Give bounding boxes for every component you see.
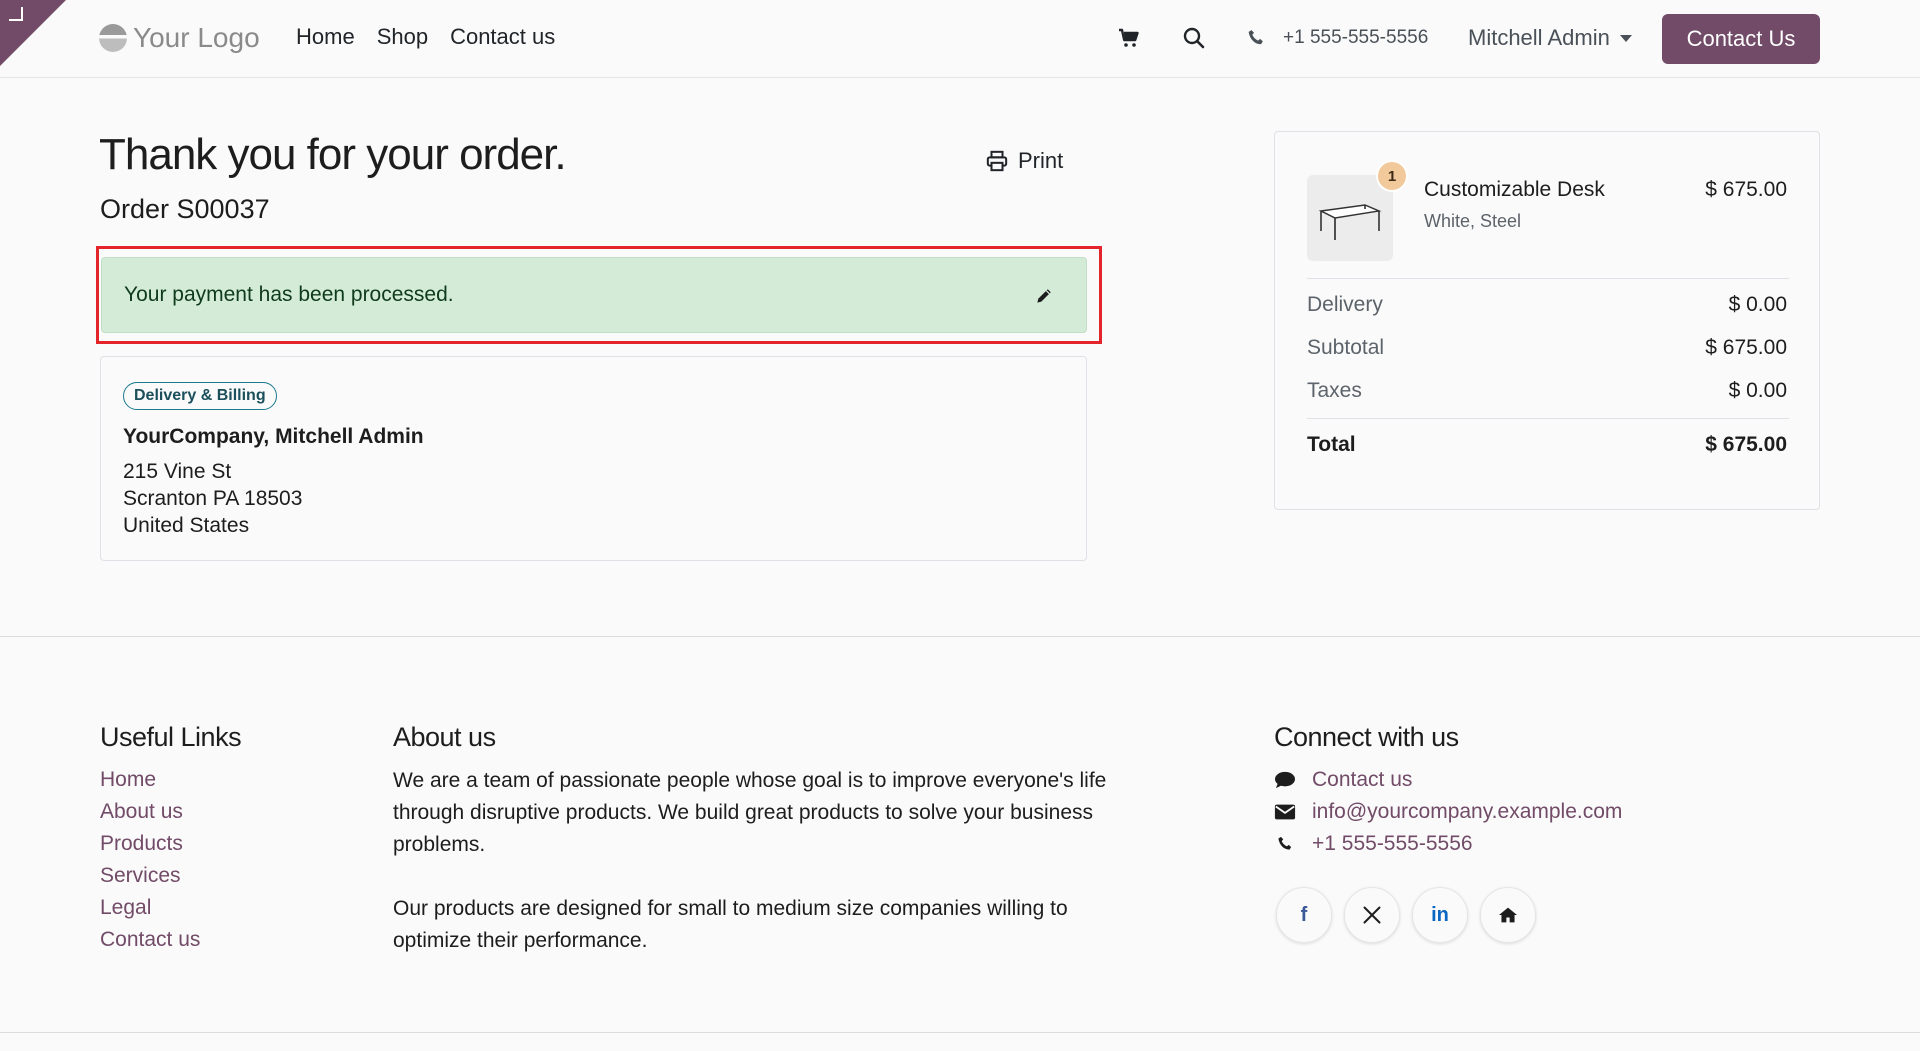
subtotal-value: $ 675.00 xyxy=(1705,336,1787,359)
footer-link-home[interactable]: Home xyxy=(100,768,156,792)
comment-icon xyxy=(1275,771,1295,789)
address-name: YourCompany, Mitchell Admin xyxy=(123,425,424,448)
product-variant: White, Steel xyxy=(1424,211,1522,231)
page: Your Logo Home Shop Contact us +1 555-55… xyxy=(0,0,1920,1051)
total-label: Total xyxy=(1307,433,1356,456)
address-line: 215 Vine St xyxy=(123,460,232,483)
quantity-badge: 1 xyxy=(1376,160,1408,192)
header-phone[interactable]: +1 555-555-5556 xyxy=(1283,27,1428,49)
search-icon[interactable] xyxy=(1182,26,1206,50)
order-summary: 1 Customizable Desk White, Steel $ 675.0… xyxy=(1274,131,1820,510)
connect-heading: Connect with us xyxy=(1274,722,1459,752)
nav-shop[interactable]: Shop xyxy=(377,24,428,50)
chevron-down-icon xyxy=(1619,34,1632,42)
order-number: Order S00037 xyxy=(100,194,270,224)
linkedin-icon[interactable]: in xyxy=(1412,887,1468,943)
contact-us-button[interactable]: Contact Us xyxy=(1662,14,1820,64)
taxes-label: Taxes xyxy=(1307,379,1362,402)
footer-link-products[interactable]: Products xyxy=(100,832,183,856)
pencil-icon[interactable] xyxy=(1034,286,1054,306)
page-title: Thank you for your order. xyxy=(99,130,567,179)
product-thumbnail[interactable] xyxy=(1307,175,1393,261)
print-button[interactable]: Print xyxy=(986,148,1063,174)
useful-links-heading: Useful Links xyxy=(100,722,242,752)
envelope-icon xyxy=(1274,804,1296,820)
delivery-value: $ 0.00 xyxy=(1728,293,1787,316)
delivery-label: Delivery xyxy=(1307,293,1383,316)
product-price: $ 675.00 xyxy=(1705,178,1787,201)
print-label: Print xyxy=(1018,148,1064,173)
home-icon[interactable] xyxy=(1480,887,1536,943)
product-name[interactable]: Customizable Desk xyxy=(1424,178,1605,202)
logo-text: Your Logo xyxy=(133,22,260,53)
user-menu[interactable]: Mitchell Admin xyxy=(1468,25,1632,51)
footer-link-about-us[interactable]: About us xyxy=(100,800,183,824)
connect-contact-us[interactable]: Contact us xyxy=(1274,768,1412,792)
about-heading: About us xyxy=(393,722,496,752)
footer-link-services[interactable]: Services xyxy=(100,864,181,888)
cart-icon[interactable] xyxy=(1117,26,1141,50)
printer-icon xyxy=(986,150,1008,172)
footer-divider xyxy=(0,636,1920,637)
desk-image xyxy=(1318,204,1382,240)
divider xyxy=(1307,278,1789,279)
footer-bottom-divider xyxy=(0,1032,1920,1033)
divider xyxy=(1307,418,1789,419)
about-paragraph: We are a team of passionate people whose… xyxy=(393,769,1107,856)
nav-contact-us[interactable]: Contact us xyxy=(450,24,555,50)
logo-icon xyxy=(99,24,127,52)
payment-status-alert: Your payment has been processed. xyxy=(101,257,1087,333)
alert-message: Your payment has been processed. xyxy=(124,283,454,306)
header: Your Logo Home Shop Contact us +1 555-55… xyxy=(0,0,1920,78)
house-icon xyxy=(1499,907,1517,923)
phone-icon xyxy=(1278,836,1292,850)
address-line: United States xyxy=(123,514,250,537)
total-value: $ 675.00 xyxy=(1705,433,1787,456)
connect-contact-label: Contact us xyxy=(1312,768,1413,791)
footer-link-contact-us[interactable]: Contact us xyxy=(100,928,200,952)
footer-link-legal[interactable]: Legal xyxy=(100,896,151,920)
connect-phone[interactable]: +1 555-555-5556 xyxy=(1274,832,1473,856)
connect-email-label: info@yourcompany.example.com xyxy=(1312,800,1623,823)
phone-icon xyxy=(1248,30,1263,45)
address-line: Scranton PA 18503 xyxy=(123,487,303,510)
address-card: Delivery & Billing YourCompany, Mitchell… xyxy=(100,356,1087,561)
nav-home[interactable]: Home xyxy=(296,24,355,50)
x-twitter-icon[interactable] xyxy=(1344,887,1400,943)
main-nav: Home Shop Contact us xyxy=(296,24,555,50)
connect-phone-label: +1 555-555-5556 xyxy=(1312,832,1473,855)
taxes-value: $ 0.00 xyxy=(1728,379,1787,402)
subtotal-label: Subtotal xyxy=(1307,336,1385,359)
logo[interactable]: Your Logo xyxy=(99,18,260,58)
about-paragraph: Our products are designed for small to m… xyxy=(393,897,1068,952)
user-name: Mitchell Admin xyxy=(1468,25,1610,50)
delivery-billing-badge: Delivery & Billing xyxy=(123,382,277,410)
x-logo-icon xyxy=(1363,906,1381,924)
connect-email[interactable]: info@yourcompany.example.com xyxy=(1274,800,1622,824)
facebook-icon[interactable]: f xyxy=(1276,887,1332,943)
